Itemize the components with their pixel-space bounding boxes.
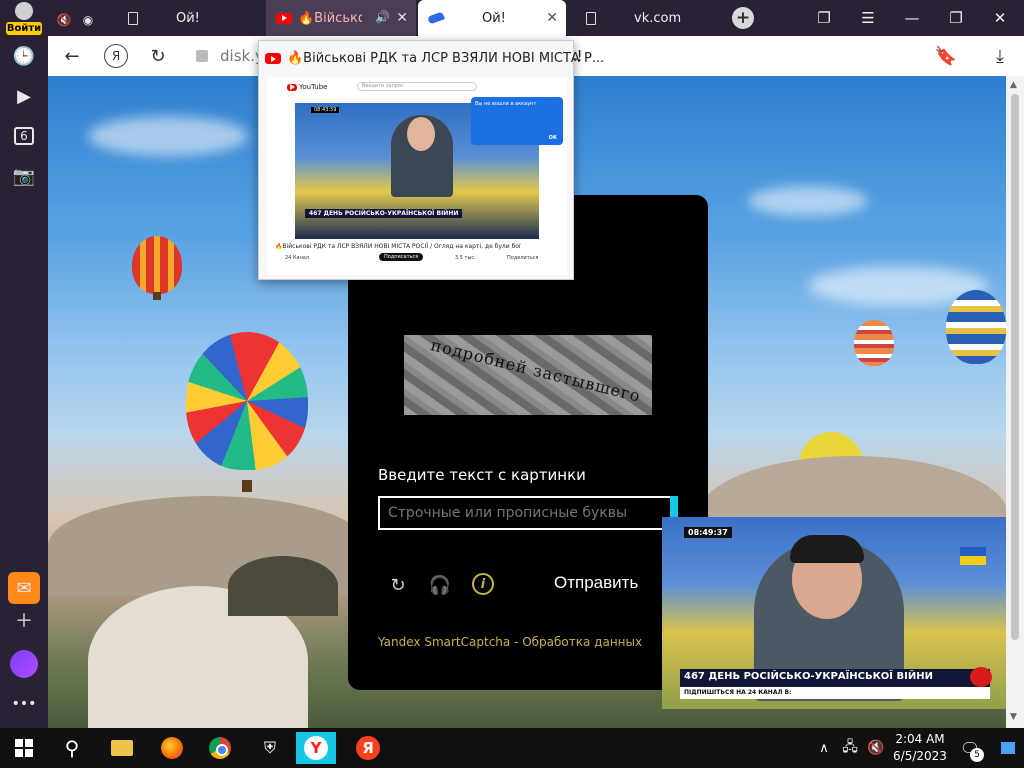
login-label: Войти xyxy=(6,22,42,35)
preview-share: Поделиться xyxy=(507,255,539,261)
yandex-browser-icon[interactable]: Y xyxy=(296,732,336,764)
network-icon[interactable]: 🖧 xyxy=(836,732,864,764)
start-button[interactable] xyxy=(4,732,44,764)
clock-time: 2:04 AM xyxy=(895,732,945,746)
captcha-footer-link[interactable]: Yandex SmartCaptcha - Обработка данных xyxy=(378,635,642,649)
tab-title: Ой! xyxy=(482,10,506,26)
notification-count-badge: 5 xyxy=(970,748,984,762)
lock-icon xyxy=(196,50,208,62)
youtube-logo: YouTube xyxy=(287,83,327,91)
download-icon[interactable]: ⤓ xyxy=(988,44,1012,68)
system-clock[interactable]: 2:04 AM 6/5/2023 xyxy=(892,731,948,765)
site-wave-icon xyxy=(427,11,445,25)
page-scrollbar[interactable]: ▲ ▼ xyxy=(1006,76,1024,728)
preview-video-time: 08:43:59 xyxy=(311,107,340,113)
sound-icon[interactable]: 🔊 xyxy=(375,10,390,24)
back-arrow-icon[interactable]: ← xyxy=(60,44,84,68)
preview-login-popup: Вы не вошли в аккаунт ОК xyxy=(471,97,563,145)
yandex-home-icon[interactable]: Я xyxy=(104,44,128,68)
yandex-icon[interactable]: Я xyxy=(348,732,388,764)
windows-logo-icon xyxy=(15,739,33,757)
captcha-image: подробней застывшего xyxy=(404,335,652,415)
new-tab-button[interactable]: + xyxy=(732,7,754,29)
balloon-image xyxy=(132,236,182,294)
windows-taskbar: ⚲ ⛨ Y Я ∧ 🖧 🔇 2:04 AM 6/5/2023 🗨 5 xyxy=(0,728,1024,768)
preview-caption: 🔥Військові РДК та ЛСР ВЗЯЛИ НОВІ МІСТА Р… xyxy=(275,243,521,250)
preview-video-ticker: 467 ДЕНЬ РОСІЙСЬКО-УКРАЇНСЬКОЇ ВІЙНИ xyxy=(305,209,463,218)
close-icon[interactable]: ✕ xyxy=(396,10,408,26)
desktop-icon xyxy=(1001,742,1015,754)
refresh-captcha-icon[interactable]: ↻ xyxy=(386,573,410,597)
collections-icon[interactable]: ❐ xyxy=(802,0,846,36)
ukraine-flag-icon xyxy=(960,547,986,565)
document-icon xyxy=(128,11,138,25)
close-window-button[interactable]: ✕ xyxy=(978,0,1022,36)
tab-count-badge: 6 xyxy=(14,127,34,145)
security-shield-icon[interactable]: ⛨ xyxy=(250,732,290,764)
picture-in-picture-video[interactable]: 08:49:37 467 ДЕНЬ РОСІЙСЬКО-УКРАЇНСЬКОЇ … xyxy=(662,517,1006,709)
screenshot-camera-icon[interactable]: 📷 xyxy=(8,160,40,192)
mute-icon[interactable]: 🔇 xyxy=(54,4,74,36)
youtube-icon xyxy=(265,53,281,64)
tab-counter-button[interactable]: 6 xyxy=(8,120,40,152)
mail-icon[interactable]: ✉ xyxy=(8,572,40,604)
info-icon[interactable]: i xyxy=(472,573,494,595)
captcha-label: Введите текст с картинки xyxy=(378,466,586,484)
more-dots-icon[interactable]: ••• xyxy=(8,688,40,720)
preview-thumbnail: YouTube Введите запрос 08:43:59 467 ДЕНЬ… xyxy=(267,77,567,275)
show-desktop-button[interactable] xyxy=(994,732,1022,764)
captcha-image-text: подробней застывшего xyxy=(428,335,643,406)
firefox-icon[interactable] xyxy=(152,732,192,764)
pip-subscribe-strip: ПІДПИШІТЬСЯ НА 24 КАНАЛ В: xyxy=(680,687,990,699)
pip-ticker: 467 ДЕНЬ РОСІЙСЬКО-УКРАЇНСЬКОЇ ВІЙНИ xyxy=(680,669,990,687)
tab-oy-2[interactable]: Ой! ✕ xyxy=(418,0,566,36)
tab-title: Ой! xyxy=(176,10,200,26)
browser-sidebar: Войти 🕒 ▶ 6 📷 ✉ ＋ ••• xyxy=(0,0,48,728)
scroll-up-icon[interactable]: ▲ xyxy=(1010,80,1017,90)
preview-channel: 24 Канал xyxy=(285,255,310,261)
login-button[interactable]: Войти xyxy=(6,2,42,35)
reload-icon[interactable]: ↻ xyxy=(146,44,170,68)
tab-youtube[interactable]: 🔥Військові 🔊 ✕ xyxy=(266,0,416,36)
user-avatar-icon xyxy=(15,2,33,20)
preview-likes: 3,5 тыс. xyxy=(455,255,476,261)
balloon-image xyxy=(946,290,1006,364)
preview-subscribe: Подписаться xyxy=(379,253,424,261)
media-player-icon[interactable]: ▶ xyxy=(8,80,40,112)
balloon-image xyxy=(854,320,894,366)
search-icon[interactable]: ⚲ xyxy=(52,732,92,764)
extension-icon[interactable]: ◉ xyxy=(78,4,98,36)
preview-title: 🔥Військові РДК та ЛСР ВЗЯЛИ НОВІ МІСТА Р… xyxy=(287,51,605,66)
clock-date: 6/5/2023 xyxy=(893,749,947,763)
minimize-button[interactable]: — xyxy=(890,0,934,36)
preview-search: Введите запрос xyxy=(357,82,477,91)
submit-button[interactable]: Отправить xyxy=(554,573,638,593)
scroll-down-icon[interactable]: ▼ xyxy=(1010,712,1017,722)
pip-video-time: 08:49:37 xyxy=(684,527,732,538)
volume-muted-icon[interactable]: 🔇 xyxy=(862,732,890,764)
document-icon xyxy=(586,11,596,25)
youtube-icon xyxy=(276,12,292,24)
tab-title: 🔥Військові xyxy=(298,10,362,26)
balloon-image xyxy=(186,332,308,470)
history-clock-icon[interactable]: 🕒 xyxy=(8,40,40,72)
menu-icon[interactable]: ☰ xyxy=(846,0,890,36)
audio-captcha-headphones-icon[interactable]: 🎧 xyxy=(428,573,452,597)
tab-bar: 🔇 ◉ Ой! 🔥Військові 🔊 ✕ Ой! ✕ vk.com + ❐ … xyxy=(48,0,1024,36)
channel-logo-icon xyxy=(970,667,992,687)
close-icon[interactable]: ✕ xyxy=(546,10,558,26)
alice-assistant-icon[interactable] xyxy=(10,650,38,678)
scrollbar-thumb[interactable] xyxy=(1011,94,1019,640)
tab-vk[interactable]: vk.com xyxy=(576,0,726,36)
tab-preview-popup[interactable]: 🔥Військові РДК та ЛСР ВЗЯЛИ НОВІ МІСТА Р… xyxy=(258,40,604,280)
chrome-icon[interactable] xyxy=(200,732,240,764)
restore-button[interactable]: ❐ xyxy=(934,0,978,36)
file-explorer-icon[interactable] xyxy=(102,732,142,764)
bookmark-icon[interactable]: 🔖 xyxy=(934,44,958,68)
tab-oy-1[interactable]: Ой! xyxy=(118,0,258,36)
captcha-text-input[interactable] xyxy=(378,496,678,530)
add-panel-icon[interactable]: ＋ xyxy=(8,604,40,636)
tab-title: vk.com xyxy=(634,10,682,26)
